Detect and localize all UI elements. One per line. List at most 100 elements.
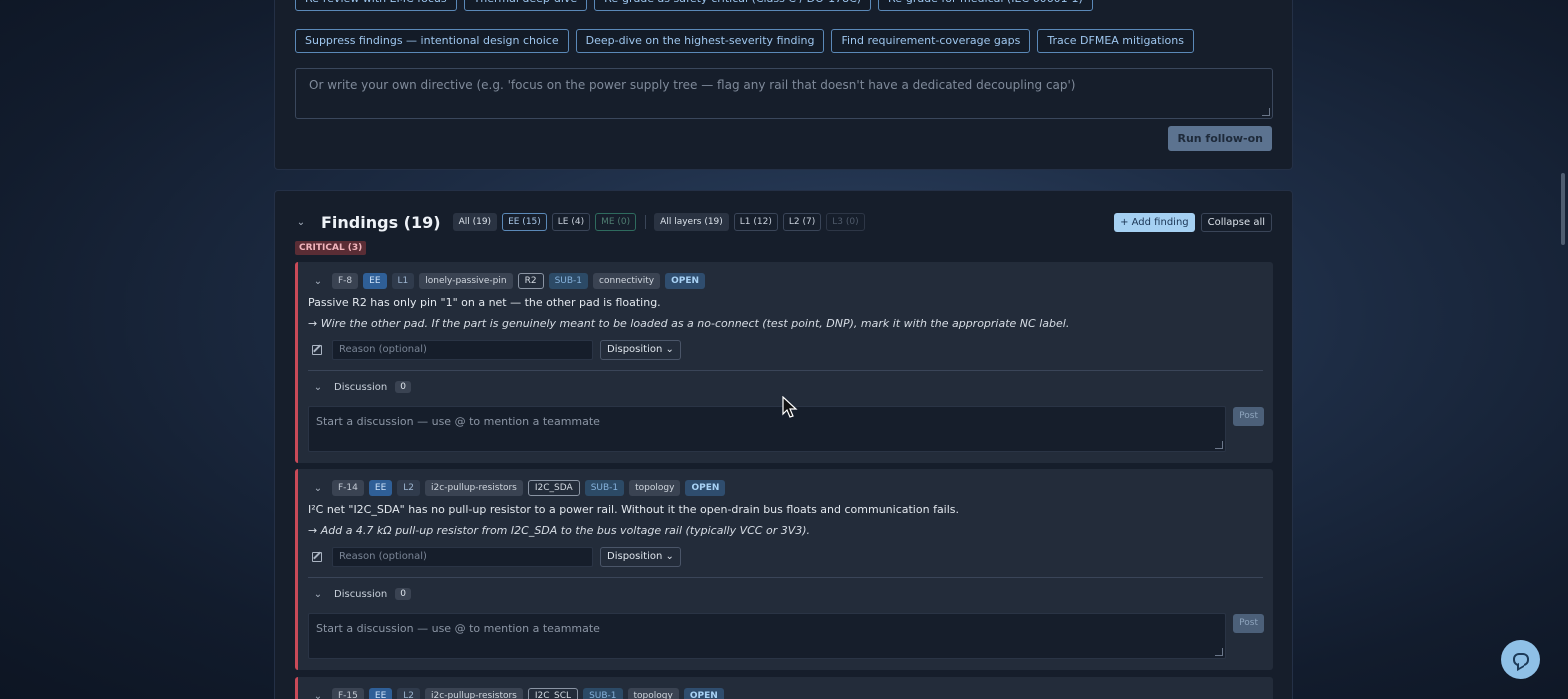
chip-thermal[interactable]: Thermal deep-dive: [463, 0, 588, 11]
reason-input[interactable]: Reason (optional): [332, 340, 593, 360]
chevron-down-icon[interactable]: ⌄: [312, 276, 324, 287]
ref-tag: I2C_SCL: [527, 688, 579, 699]
finding-fix: → Wire the other pad. If the part is gen…: [308, 317, 1070, 330]
chip-medical[interactable]: Re-grade for medical (IEC 60601-1): [878, 0, 1093, 11]
layer-tag: L1: [391, 273, 415, 289]
chip-coverage-gaps[interactable]: Find requirement-coverage gaps: [831, 29, 1031, 53]
rule-tag: i2c-pullup-resistors: [425, 480, 523, 496]
disposition-label: Disposition: [607, 344, 663, 355]
add-finding-label: Add finding: [1131, 216, 1189, 228]
disposition-row: Reason (optional) Disposition ⌄: [312, 547, 681, 567]
chevron-down-icon[interactable]: ⌄: [312, 382, 324, 393]
chip-safety-critical[interactable]: Re-grade as safety-critical (Class C / D…: [594, 0, 872, 11]
status-badge: OPEN: [665, 273, 706, 289]
chip-suppress[interactable]: Suppress findings — intentional design c…: [295, 29, 569, 53]
follow-on-panel: Re-review with EMC focus Thermal deep-di…: [274, 0, 1293, 170]
post-button[interactable]: Post: [1233, 407, 1264, 426]
ref-tag: I2C_SDA: [527, 480, 580, 496]
divider: [308, 577, 1263, 578]
finding-id: F-14: [332, 480, 364, 496]
resize-handle[interactable]: [1215, 441, 1223, 449]
discussion-input[interactable]: Start a discussion — use @ to mention a …: [308, 406, 1226, 452]
discussion-label: Discussion: [334, 381, 388, 393]
edit-icon[interactable]: [312, 552, 322, 562]
discussion-header: ⌄ Discussion 0: [312, 588, 411, 600]
scrollbar-thumb[interactable]: [1561, 173, 1565, 245]
layer-tag: L2: [397, 480, 421, 496]
filter-le[interactable]: LE (4): [551, 213, 591, 231]
domain-tag: EE: [368, 688, 393, 699]
disposition-dropdown[interactable]: Disposition ⌄: [600, 340, 681, 360]
finding-message: I²C net "I2C_SDA" has no pull-up resisto…: [308, 503, 960, 516]
chevron-down-icon[interactable]: ⌄: [312, 589, 324, 600]
subsystem-tag: SUB-1: [584, 480, 625, 496]
disposition-row: Reason (optional) Disposition ⌄: [312, 340, 681, 360]
filter-all[interactable]: All (19): [452, 213, 498, 231]
findings-title: Findings (19): [321, 212, 441, 232]
chevron-down-icon[interactable]: ⌄: [312, 483, 324, 494]
collapse-all-button[interactable]: Collapse all: [1200, 212, 1272, 232]
post-button[interactable]: Post: [1233, 614, 1264, 633]
disposition-dropdown[interactable]: Disposition ⌄: [600, 547, 681, 567]
finding-id: F-8: [332, 273, 359, 289]
filter-divider: [645, 215, 647, 229]
chip-deep-dive[interactable]: Deep-dive on the highest-severity findin…: [575, 29, 825, 53]
finding-card: ⌄ F-8 EE L1 lonely-passive-pin R2 SUB-1 …: [295, 262, 1273, 463]
subsystem-tag: SUB-1: [583, 688, 623, 699]
finding-card: ⌄ F-14 EE L2 i2c-pullup-resistors I2C_SD…: [295, 469, 1273, 670]
discussion-input[interactable]: Start a discussion — use @ to mention a …: [308, 613, 1226, 659]
chat-button[interactable]: [1501, 640, 1540, 679]
filter-ee[interactable]: EE (15): [502, 213, 547, 231]
discussion-placeholder: Start a discussion — use @ to mention a …: [316, 622, 600, 635]
resize-handle[interactable]: [1262, 108, 1270, 116]
discussion-header: ⌄ Discussion 0: [312, 381, 411, 393]
finding-tags: ⌄ F-14 EE L2 i2c-pullup-resistors I2C_SD…: [312, 480, 730, 496]
resize-handle[interactable]: [1215, 648, 1223, 656]
domain-tag: EE: [363, 273, 387, 289]
chevron-down-icon[interactable]: ⌄: [312, 691, 324, 699]
discussion-label: Discussion: [334, 588, 388, 600]
chip-dfmea[interactable]: Trace DFMEA mitigations: [1037, 29, 1194, 53]
finding-card: ⌄ F-15 EE L2 i2c-pullup-resistors I2C_SC…: [295, 677, 1273, 699]
discussion-count: 0: [395, 381, 411, 393]
filter-l1[interactable]: L1 (12): [733, 213, 778, 231]
category-tag: connectivity: [593, 273, 661, 289]
discussion-placeholder: Start a discussion — use @ to mention a …: [316, 415, 600, 428]
filter-me[interactable]: ME (0): [595, 213, 637, 231]
directive-input[interactable]: Or write your own directive (e.g. 'focus…: [295, 68, 1273, 119]
filter-all-layers[interactable]: All layers (19): [654, 213, 729, 231]
rule-tag: i2c-pullup-resistors: [425, 688, 523, 699]
directive-placeholder: Or write your own directive (e.g. 'focus…: [309, 78, 1076, 92]
edit-icon[interactable]: [312, 345, 322, 355]
run-follow-on-button[interactable]: Run follow-on: [1168, 126, 1272, 151]
finding-id: F-15: [332, 688, 364, 699]
ref-tag: R2: [517, 273, 544, 289]
finding-message: Passive R2 has only pin "1" on a net — t…: [308, 296, 661, 309]
layer-tag: L2: [397, 688, 421, 699]
finding-fix: → Add a 4.7 kΩ pull-up resistor from I2C…: [308, 524, 811, 537]
chip-emc-review[interactable]: Re-review with EMC focus: [295, 0, 457, 11]
chevron-down-icon: ⌄: [665, 551, 674, 562]
domain-tag: EE: [368, 480, 393, 496]
scrollbar[interactable]: [1561, 0, 1565, 699]
subsystem-tag: SUB-1: [548, 273, 589, 289]
category-tag: topology: [629, 480, 681, 496]
finding-tags: ⌄ F-8 EE L1 lonely-passive-pin R2 SUB-1 …: [312, 273, 710, 289]
category-tag: topology: [627, 688, 679, 699]
status-badge: OPEN: [685, 480, 726, 496]
chevron-down-icon[interactable]: ⌄: [295, 217, 307, 228]
findings-panel: ⌄ Findings (19) All (19) EE (15) LE (4) …: [274, 190, 1293, 699]
add-finding-button[interactable]: + Add finding: [1114, 212, 1195, 232]
plus-icon: +: [1120, 216, 1132, 228]
finding-tags: ⌄ F-15 EE L2 i2c-pullup-resistors I2C_SC…: [312, 688, 729, 699]
filter-l2[interactable]: L2 (7): [782, 213, 822, 231]
severity-group-label: CRITICAL (3): [295, 241, 367, 255]
status-badge: OPEN: [683, 688, 724, 699]
filter-l3[interactable]: L3 (0): [826, 213, 865, 231]
divider: [308, 370, 1263, 371]
discussion-count: 0: [395, 588, 411, 600]
reason-input[interactable]: Reason (optional): [332, 547, 593, 567]
findings-header: ⌄ Findings (19) All (19) EE (15) LE (4) …: [295, 211, 1272, 233]
suggestion-chip-row: Suppress findings — intentional design c…: [295, 29, 1194, 53]
suggestion-chip-row: Re-review with EMC focus Thermal deep-di…: [295, 0, 1093, 11]
